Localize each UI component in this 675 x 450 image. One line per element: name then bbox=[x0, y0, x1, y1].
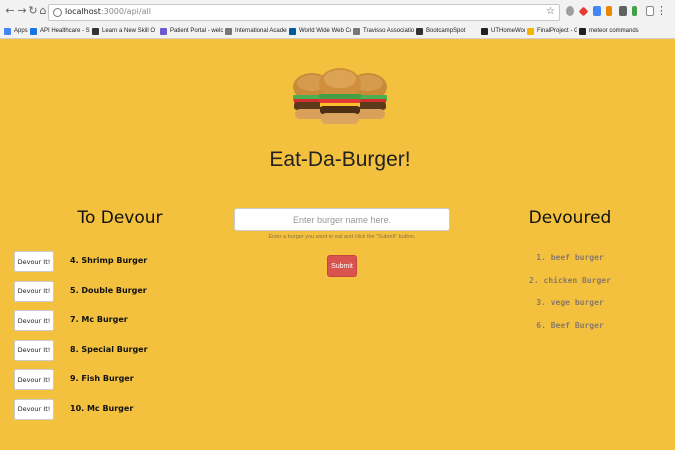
bookmark-label: API Healthcare - Sh bbox=[40, 28, 90, 34]
devoured-item: 3. vege burger bbox=[536, 298, 604, 307]
bookmark-favicon-icon bbox=[527, 27, 534, 35]
devoured-item: 1. beef burger bbox=[536, 253, 604, 262]
address-bar[interactable]: localhost:3000/api/all ☆ bbox=[48, 4, 560, 21]
bookmark-label: BootcampSpot bbox=[426, 28, 466, 34]
burger-label: 8. Special Burger bbox=[70, 344, 148, 354]
bookmark-label: FinalProject - Googl bbox=[537, 28, 577, 34]
to-devour-item: Devour It! 9. Fish Burger bbox=[14, 369, 214, 391]
help-text: Enter a burger you want to eat and click… bbox=[268, 234, 416, 240]
browser-toolbar: ← → ↻ ⌂ localhost:3000/api/all ☆ ⋮ bbox=[0, 0, 675, 24]
to-devour-heading: To Devour bbox=[77, 208, 163, 228]
bookmark-favicon-icon bbox=[160, 27, 167, 35]
bookmark-favicon-icon bbox=[416, 27, 423, 35]
page-title: Eat-Da-Burger! bbox=[269, 148, 411, 171]
to-devour-item: Devour It! 5. Double Burger bbox=[14, 280, 214, 303]
submit-button[interactable]: Submit bbox=[327, 255, 357, 277]
devour-it-button[interactable]: Devour It! bbox=[14, 280, 54, 302]
extension-icon[interactable] bbox=[606, 6, 612, 16]
menu-icon[interactable]: ⋮ bbox=[656, 4, 667, 17]
bookmark-label: Patient Portal - welc bbox=[170, 28, 223, 34]
extension-icon[interactable] bbox=[566, 6, 574, 16]
devour-it-button[interactable]: Devour It! bbox=[14, 310, 54, 331]
back-icon[interactable]: ← bbox=[4, 5, 16, 17]
bookmark-label: Apps bbox=[14, 28, 28, 34]
to-devour-item: Devour It! 8. Special Burger bbox=[14, 339, 214, 362]
devour-it-button[interactable]: Devour It! bbox=[14, 369, 54, 390]
extension-icon[interactable] bbox=[593, 6, 601, 16]
bookmark-label: meteor commands bbox=[589, 28, 639, 34]
bookmark-item[interactable]: meteor commands bbox=[579, 25, 669, 37]
bookmark-label: Learn a New Skill O bbox=[102, 28, 156, 34]
devour-it-button[interactable]: Devour It! bbox=[14, 398, 54, 420]
devour-it-button[interactable]: Devour It! bbox=[14, 251, 54, 272]
to-devour-item: Devour It! 4. Shrimp Burger bbox=[14, 251, 214, 273]
devour-it-button[interactable]: Devour It! bbox=[14, 339, 54, 361]
extension-icon[interactable] bbox=[632, 6, 637, 16]
bookmark-item[interactable]: World Wide Web Co bbox=[289, 25, 351, 37]
bookmarks-bar: Apps API Healthcare - Sh Learn a New Skill… bbox=[0, 24, 675, 38]
bookmark-favicon-icon bbox=[92, 27, 99, 35]
extension-icon[interactable] bbox=[578, 6, 589, 17]
bookmark-favicon-icon bbox=[353, 27, 360, 35]
bookmark-favicon-icon bbox=[289, 27, 296, 35]
bookmark-star-icon[interactable]: ☆ bbox=[546, 6, 555, 17]
bookmark-item[interactable]: Learn a New Skill O bbox=[92, 25, 158, 37]
extension-icon[interactable] bbox=[619, 6, 627, 16]
bookmark-favicon-icon bbox=[30, 27, 37, 35]
burger-label: 9. Fish Burger bbox=[70, 374, 134, 383]
bookmark-item[interactable]: International Academ bbox=[225, 25, 287, 37]
devoured-item: 2. chicken Burger bbox=[529, 275, 611, 285]
bookmark-favicon-icon bbox=[481, 27, 488, 35]
devoured-heading: Devoured bbox=[528, 208, 612, 228]
bookmark-label: World Wide Web Co bbox=[299, 28, 351, 34]
to-devour-item: Devour It! 7. Mc Burger bbox=[14, 310, 214, 332]
to-devour-item: Devour It! 10. Mc Burger bbox=[14, 398, 214, 421]
burger-graphic bbox=[319, 68, 361, 124]
bookmark-item[interactable]: FinalProject - Googl bbox=[527, 25, 577, 37]
bookmark-label: International Academ bbox=[235, 28, 287, 34]
bookmark-label: UTHomeWork bbox=[491, 28, 525, 34]
bookmark-item[interactable]: API Healthcare - Sh bbox=[30, 25, 90, 37]
bookmark-item[interactable]: BootcampSpot bbox=[416, 25, 479, 37]
burgers-image bbox=[293, 68, 387, 124]
bookmark-item[interactable]: Travisso Association bbox=[353, 25, 414, 37]
burger-label: 10. Mc Burger bbox=[70, 403, 134, 413]
extension-icon[interactable] bbox=[646, 6, 654, 16]
bookmark-item[interactable]: Patient Portal - welc bbox=[160, 25, 223, 37]
bookmark-item[interactable]: Apps bbox=[4, 25, 30, 37]
burger-label: 4. Shrimp Burger bbox=[70, 256, 148, 265]
browser-chrome: ← → ↻ ⌂ localhost:3000/api/all ☆ ⋮ Apps A… bbox=[0, 0, 675, 39]
burger-label: 7. Mc Burger bbox=[70, 315, 128, 324]
bookmark-favicon-icon bbox=[225, 27, 232, 35]
bookmark-favicon-icon bbox=[4, 27, 11, 35]
info-icon[interactable] bbox=[53, 8, 62, 17]
bookmark-item[interactable]: UTHomeWork bbox=[481, 25, 525, 37]
bookmark-favicon-icon bbox=[579, 27, 586, 35]
burger-name-input[interactable] bbox=[234, 208, 450, 231]
devoured-item: 6. Beef Burger bbox=[536, 320, 604, 330]
url-text: localhost:3000/api/all bbox=[65, 7, 151, 16]
bookmark-label: Travisso Association bbox=[363, 28, 414, 34]
burger-label: 5. Double Burger bbox=[70, 285, 147, 295]
